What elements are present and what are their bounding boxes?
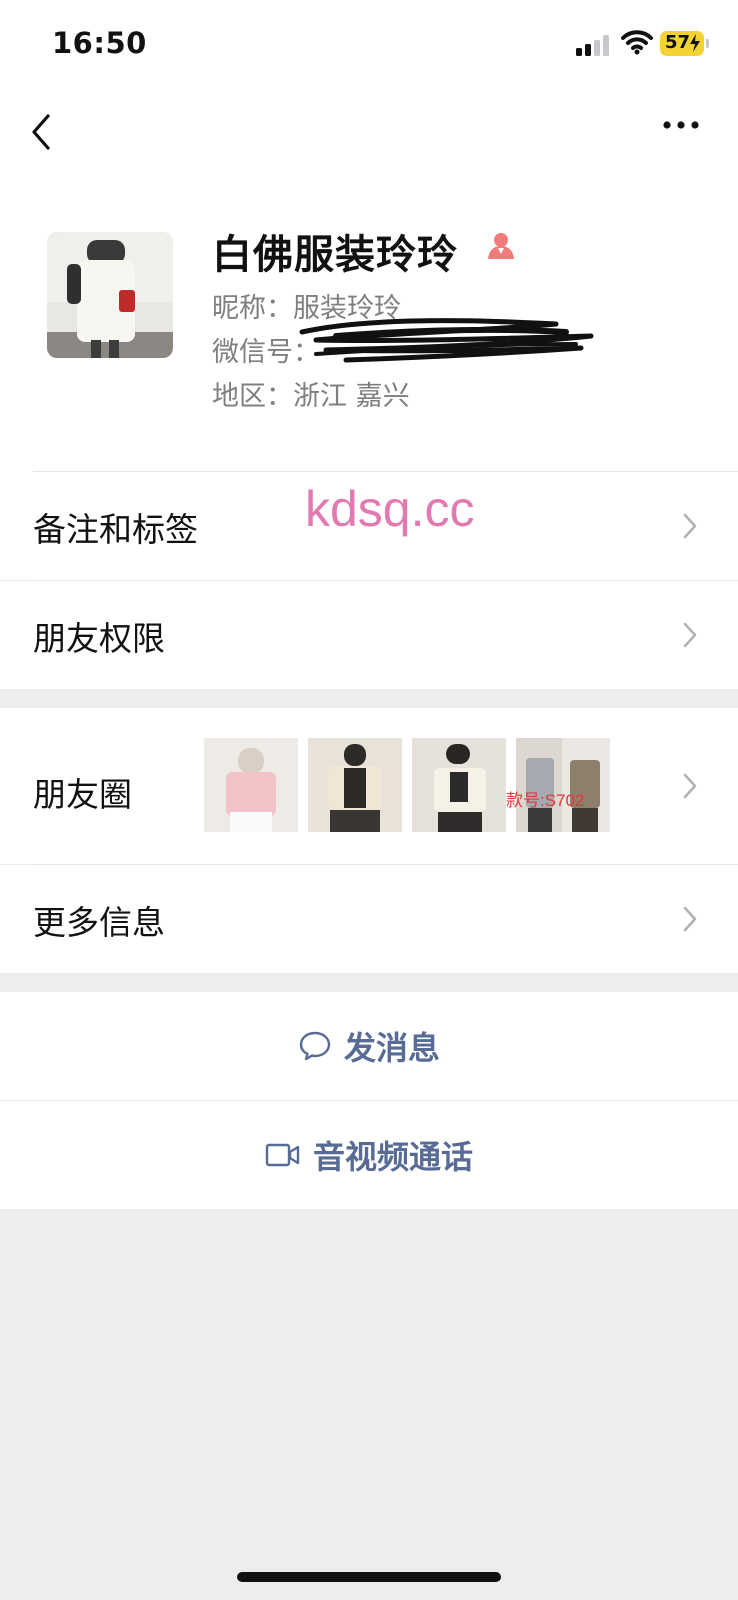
- row-label: 备注和标签: [33, 510, 198, 549]
- moments-photo: [412, 738, 506, 832]
- profile-name: 白佛服装玲玲: [212, 232, 458, 278]
- chevron-right-icon: [683, 773, 697, 799]
- send-message-label: 发消息: [343, 1029, 440, 1067]
- redaction-scribble: [299, 318, 594, 363]
- video-call-button[interactable]: 音视频通话: [0, 1101, 738, 1209]
- moments-thumb-caption: 款号:S702: [506, 791, 585, 810]
- row-moments[interactable]: 朋友圈 款号:S702: [0, 708, 738, 864]
- home-indicator[interactable]: [237, 1572, 501, 1582]
- moments-photo: [204, 738, 298, 832]
- row-label: 朋友圈: [33, 775, 132, 814]
- status-bar: 16:50 57: [0, 0, 738, 92]
- moments-photo: [308, 738, 402, 832]
- row-label: 朋友权限: [33, 619, 165, 658]
- charging-bolt-icon: [690, 34, 700, 52]
- battery-icon: 57: [660, 31, 704, 56]
- video-camera-icon: [265, 1143, 300, 1167]
- row-label: 更多信息: [33, 903, 165, 942]
- region-text: 地区：浙江 嘉兴: [212, 381, 410, 412]
- battery-cap: [706, 39, 709, 48]
- ellipsis-icon[interactable]: [662, 118, 702, 132]
- video-call-label: 音视频通话: [312, 1138, 473, 1176]
- chevron-left-icon[interactable]: [26, 108, 56, 156]
- moments-thumbnails: [204, 738, 610, 832]
- battery-level: 57: [665, 32, 691, 53]
- chevron-right-icon: [683, 622, 697, 648]
- moments-photo: [516, 738, 610, 832]
- avatar[interactable]: [47, 232, 173, 358]
- chevron-right-icon: [683, 513, 697, 539]
- profile-header: 白佛服装玲玲 昵称：服装玲玲 微信号： 地区：浙江 嘉兴: [0, 174, 738, 472]
- send-message-button[interactable]: 发消息: [0, 992, 738, 1100]
- chat-bubble-icon: [299, 1031, 331, 1061]
- signal-icon: [576, 34, 610, 56]
- status-time: 16:50: [52, 26, 147, 60]
- row-more-info[interactable]: 更多信息: [0, 865, 738, 973]
- female-icon: [488, 233, 514, 259]
- row-friend-permissions[interactable]: 朋友权限: [0, 581, 738, 689]
- wifi-icon: [621, 30, 653, 55]
- nav-bar: [0, 92, 738, 174]
- chevron-right-icon: [683, 906, 697, 932]
- watermark-text: kdsq.cc: [305, 481, 475, 537]
